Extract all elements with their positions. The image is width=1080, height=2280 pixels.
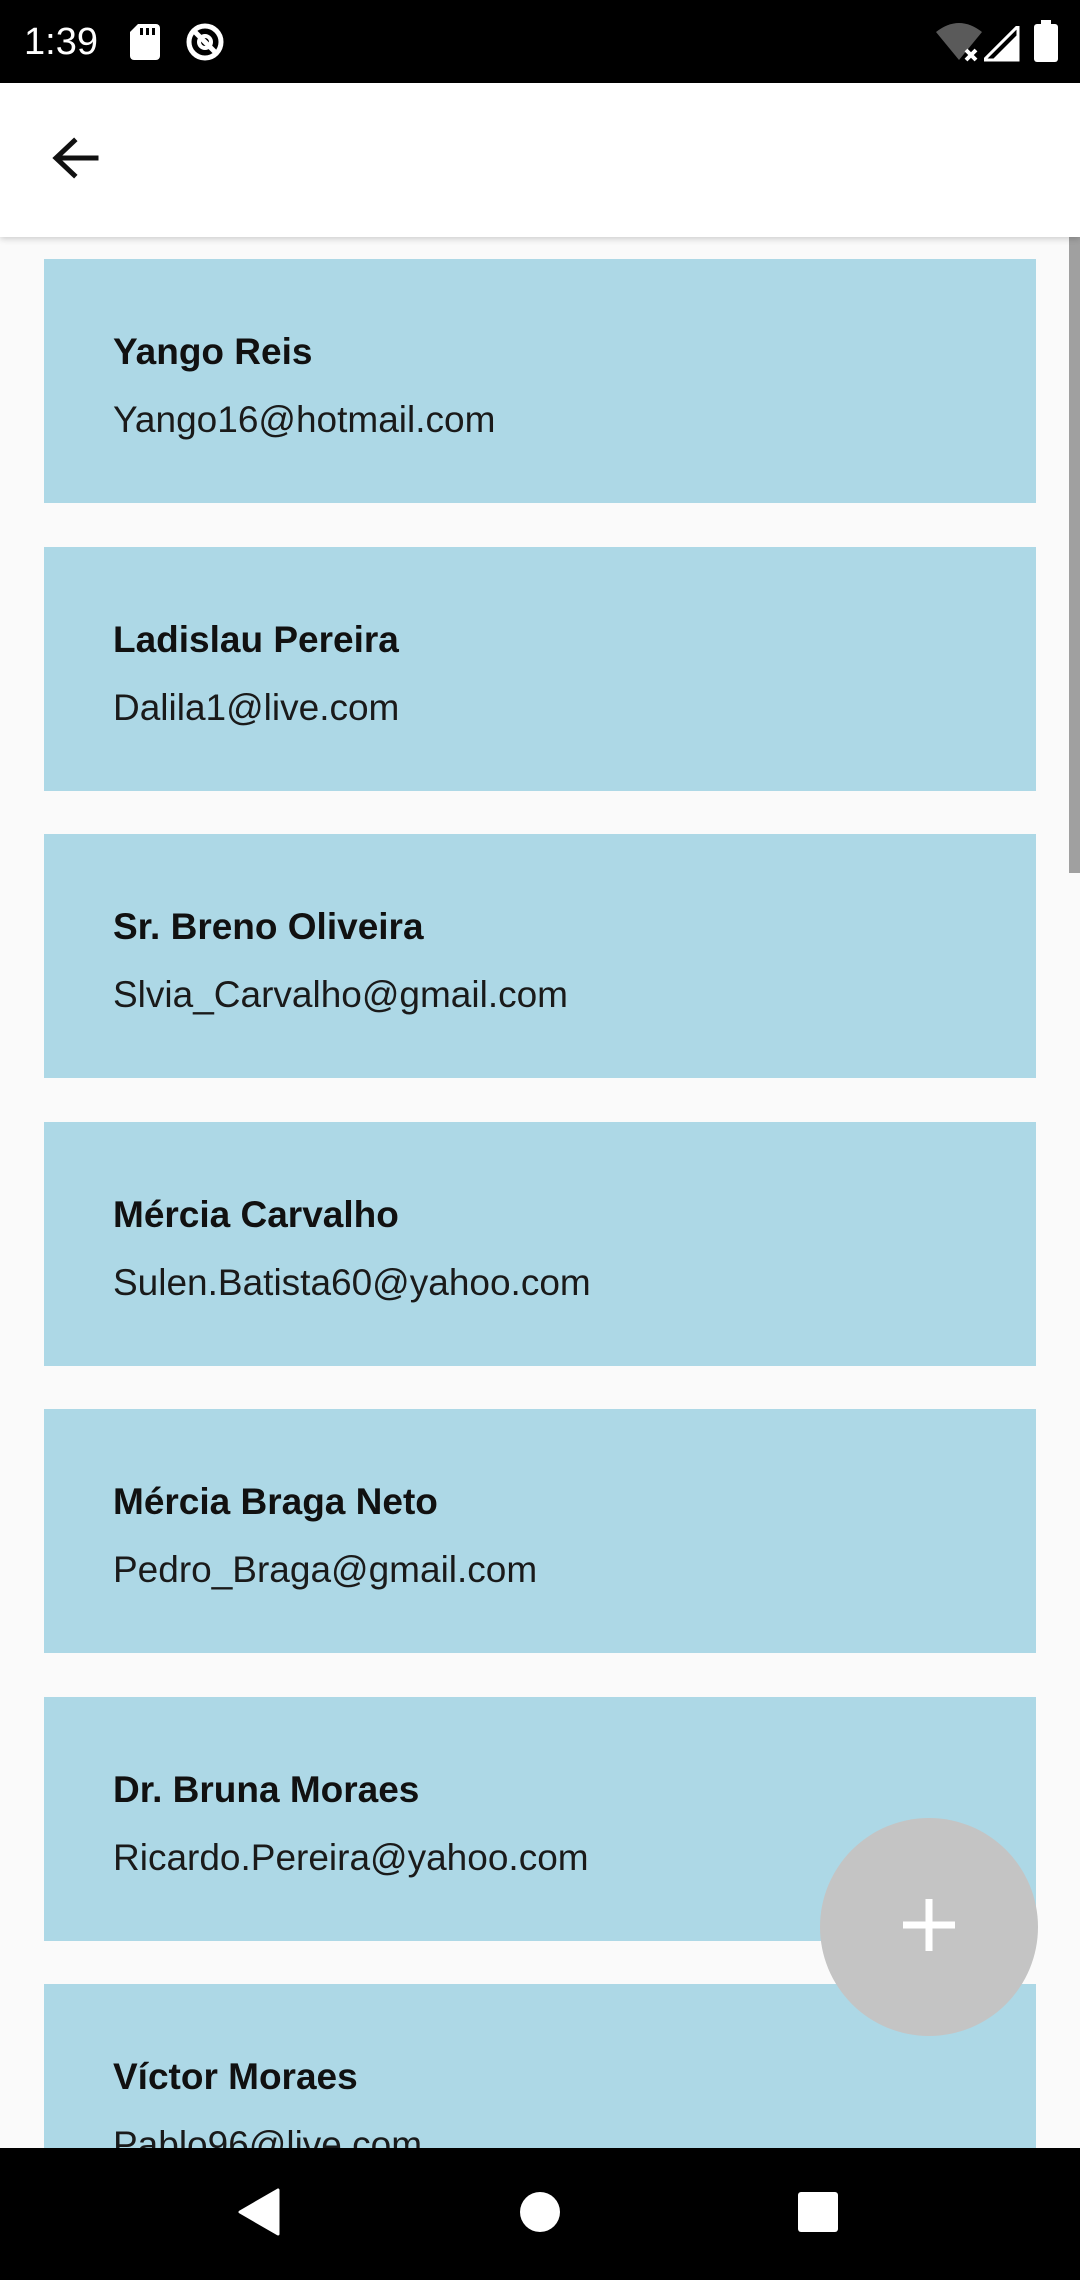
status-time: 1:39: [24, 21, 98, 63]
add-contact-button[interactable]: [820, 1818, 1038, 2036]
contact-email: Slvia_Carvalho@gmail.com: [113, 974, 569, 1015]
contact-email: Yango16@hotmail.com: [113, 399, 496, 440]
contact-card[interactable]: Sr. Breno Oliveira Slvia_Carvalho@gmail.…: [44, 834, 1036, 1078]
sd-card-icon: [130, 24, 160, 65]
contact-name: Sr. Breno Oliveira: [113, 906, 424, 947]
contact-email: Pedro_Braga@gmail.com: [113, 1549, 538, 1590]
nav-home-button[interactable]: [510, 2184, 570, 2244]
do-not-disturb-icon: [185, 22, 225, 67]
contact-email: Sulen.Batista60@yahoo.com: [113, 1262, 591, 1303]
contact-email: Ricardo.Pereira@yahoo.com: [113, 1837, 589, 1878]
signal-icon: [980, 22, 1020, 67]
navigation-bar: [0, 2148, 1080, 2280]
status-bar: 1:39: [0, 0, 1080, 83]
nav-home-icon: [518, 2190, 562, 2239]
contact-email: Pablo96@live.com: [113, 2124, 423, 2148]
contact-card[interactable]: Mércia Carvalho Sulen.Batista60@yahoo.co…: [44, 1122, 1036, 1366]
nav-back-icon: [236, 2188, 280, 2241]
contact-name: Mércia Carvalho: [113, 1194, 399, 1235]
app-bar: [0, 83, 1080, 237]
contact-card[interactable]: Yango Reis Yango16@hotmail.com: [44, 259, 1036, 503]
nav-recents-button[interactable]: [788, 2184, 848, 2244]
scrollbar[interactable]: [1069, 237, 1080, 873]
contact-name: Mércia Braga Neto: [113, 1481, 438, 1522]
contact-name: Dr. Bruna Moraes: [113, 1769, 420, 1810]
nav-back-button[interactable]: [228, 2184, 288, 2244]
nav-recents-icon: [797, 2191, 839, 2238]
contact-name: Ladislau Pereira: [113, 619, 399, 660]
contact-card[interactable]: Mércia Braga Neto Pedro_Braga@gmail.com: [44, 1409, 1036, 1653]
contact-name: Yango Reis: [113, 331, 313, 372]
wifi-off-icon: [936, 22, 982, 67]
contact-name: Víctor Moraes: [113, 2056, 358, 2097]
battery-icon: [1034, 20, 1058, 67]
arrow-left-icon: [52, 136, 100, 184]
plus-icon: [901, 1897, 957, 1958]
contact-card[interactable]: Ladislau Pereira Dalila1@live.com: [44, 547, 1036, 791]
contact-email: Dalila1@live.com: [113, 687, 400, 728]
back-button[interactable]: [34, 123, 118, 197]
